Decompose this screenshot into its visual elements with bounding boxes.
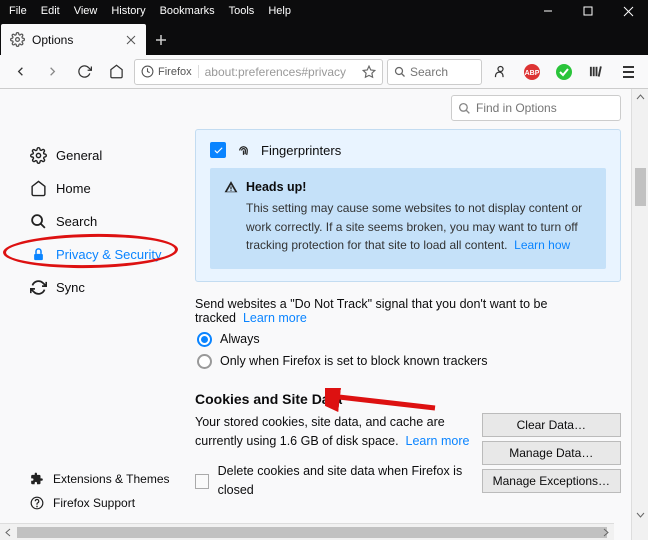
menu-bookmarks[interactable]: Bookmarks (153, 2, 222, 20)
manage-data-button[interactable]: Manage Data… (482, 441, 621, 465)
puzzle-icon (30, 472, 44, 486)
v-scroll-thumb[interactable] (635, 168, 646, 206)
search-input[interactable] (410, 65, 475, 79)
fingerprint-icon (236, 143, 251, 158)
learn-how-link[interactable]: Learn how (514, 238, 570, 252)
hamburger-menu[interactable] (614, 58, 642, 86)
sidebar-item-general[interactable]: General (20, 139, 180, 172)
abp-icon[interactable]: ABP (518, 58, 546, 86)
check-icon[interactable] (550, 58, 578, 86)
tab-close-icon[interactable] (124, 33, 138, 47)
dnt-always-radio[interactable] (197, 332, 212, 347)
sidebar-item-sync[interactable]: Sync (20, 271, 180, 304)
find-in-options-input[interactable] (476, 101, 614, 115)
svg-text:ABP: ABP (525, 70, 540, 77)
new-tab-button[interactable] (146, 24, 176, 55)
fingerprinters-label: Fingerprinters (261, 143, 341, 158)
delete-on-close-checkbox[interactable] (195, 474, 209, 489)
menu-view[interactable]: View (67, 2, 105, 20)
sidebar-item-home[interactable]: Home (20, 172, 180, 205)
sidebar-item-privacy[interactable]: Privacy & Security (20, 238, 180, 271)
search-bar[interactable] (387, 59, 482, 85)
home-button[interactable] (102, 58, 130, 86)
dnt-onlywhen-radio[interactable] (197, 354, 212, 369)
tabstrip: Options (0, 22, 648, 55)
window-close[interactable] (608, 0, 648, 22)
manage-exceptions-button[interactable]: Manage Exceptions… (482, 469, 621, 493)
sidebar-bottom: Extensions & Themes Firefox Support (20, 467, 180, 515)
question-icon (30, 496, 44, 510)
forward-button[interactable] (38, 58, 66, 86)
reload-button[interactable] (70, 58, 98, 86)
toolbar: Firefox about:preferences#privacy ABP (0, 55, 648, 89)
home-icon (30, 180, 47, 197)
menu-file[interactable]: File (2, 2, 34, 20)
menu-history[interactable]: History (104, 2, 152, 20)
dnt-always-row[interactable]: Always (197, 332, 621, 347)
gear-icon (30, 147, 47, 164)
find-in-options[interactable] (451, 95, 621, 121)
url-bar[interactable]: Firefox about:preferences#privacy (134, 59, 383, 85)
sync-icon (30, 279, 47, 296)
identity-box[interactable]: Firefox (141, 65, 199, 78)
dnt-onlywhen-row[interactable]: Only when Firefox is set to block known … (197, 354, 621, 369)
lock-icon (30, 246, 47, 263)
bookmark-star-icon[interactable] (362, 65, 376, 79)
clear-data-button[interactable]: Clear Data… (482, 413, 621, 437)
back-button[interactable] (6, 58, 34, 86)
search-icon (30, 213, 47, 230)
menu-tools[interactable]: Tools (222, 2, 262, 20)
cookies-title: Cookies and Site Data (195, 391, 621, 407)
horizontal-scrollbar[interactable] (0, 523, 614, 540)
warning-box: Heads up! This setting may cause some we… (210, 168, 606, 269)
sidebar-support[interactable]: Firefox Support (20, 491, 180, 515)
preferences-page: General Home Search Privacy & Security S… (0, 89, 631, 540)
search-icon (394, 66, 406, 78)
dnt-learn-more-link[interactable]: Learn more (243, 311, 307, 325)
sidebar-extensions[interactable]: Extensions & Themes (20, 467, 180, 491)
library-icon[interactable] (582, 58, 610, 86)
cookies-learn-more-link[interactable]: Learn more (406, 434, 470, 448)
window-minimize[interactable] (528, 0, 568, 22)
sidebar-item-search[interactable]: Search (20, 205, 180, 238)
tracking-panel: Fingerprinters Heads up! This setting ma… (195, 129, 621, 282)
vertical-scrollbar[interactable] (631, 89, 648, 540)
fingerprinters-checkbox[interactable] (210, 142, 226, 158)
menu-edit[interactable]: Edit (34, 2, 67, 20)
main-panel: Fingerprinters Heads up! This setting ma… (195, 129, 621, 520)
category-sidebar: General Home Search Privacy & Security S… (20, 139, 180, 304)
cookies-body: Your stored cookies, site data, and cach… (195, 413, 472, 500)
account-icon[interactable] (486, 58, 514, 86)
url-text: about:preferences#privacy (205, 65, 356, 79)
window-maximize[interactable] (568, 0, 608, 22)
dnt-label: Send websites a "Do Not Track" signal th… (195, 297, 621, 325)
gear-icon (9, 31, 26, 48)
tab-options[interactable]: Options (1, 24, 146, 55)
h-scroll-thumb[interactable] (17, 527, 607, 538)
search-icon (458, 102, 471, 115)
menubar: File Edit View History Bookmarks Tools H… (0, 0, 648, 22)
tab-title: Options (32, 33, 118, 47)
menu-help[interactable]: Help (261, 2, 298, 20)
warning-icon (224, 180, 238, 194)
